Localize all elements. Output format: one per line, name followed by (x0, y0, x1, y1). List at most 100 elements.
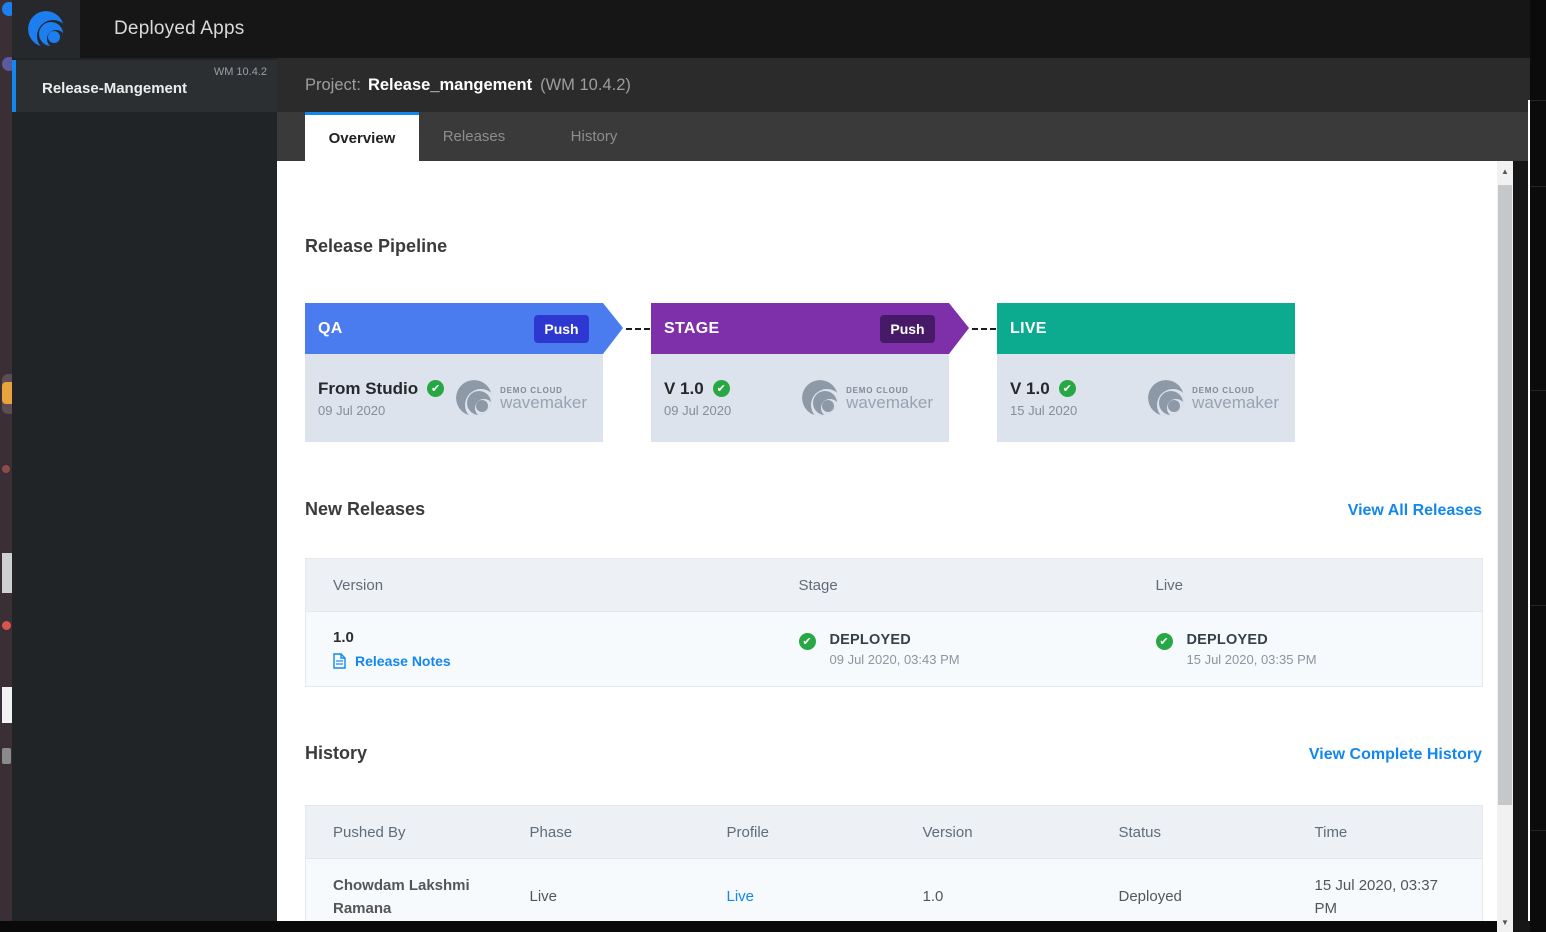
sidebar: Release-Mangement WM 10.4.2 (12, 58, 277, 932)
tab-bar: Overview Releases History (277, 112, 1530, 161)
column-phase: Phase (503, 806, 700, 859)
scrollbar-thumb[interactable] (1498, 185, 1512, 805)
wavemaker-label: wavemaker (1192, 395, 1279, 411)
stage-header: STAGE Push (651, 303, 949, 354)
stage-deploy-time: 09 Jul 2020, 03:43 PM (830, 652, 960, 667)
page-title: Deployed Apps (114, 18, 244, 40)
scrollbar-up-arrow-icon[interactable]: ▲ (1497, 163, 1513, 179)
new-releases-title: New Releases (305, 498, 425, 520)
history-table: Pushed By Phase Profile Version Status T… (305, 805, 1483, 921)
pipeline-connector (949, 303, 997, 442)
live-deploy-status: DEPLOYED (1187, 632, 1317, 648)
bottom-edge-bar (0, 921, 1497, 932)
qa-stage-name: QA (318, 320, 343, 338)
stage-stage-name: STAGE (664, 320, 719, 338)
stage-deploy-status: DEPLOYED (830, 632, 960, 648)
tab-history[interactable]: History (538, 112, 650, 161)
sidebar-app-version: WM 10.4.2 (214, 66, 267, 78)
release-pipeline: QA Push From Studio ✔ 09 Jul 2020 (305, 303, 1482, 442)
main-content: Release Pipeline QA Push From Studio ✔ 0… (277, 161, 1497, 921)
history-title: History (305, 742, 367, 764)
vertical-scrollbar[interactable]: ▲ ▼ (1497, 161, 1513, 932)
history-profile-link[interactable]: Live (727, 888, 755, 905)
release-version: 1.0 (333, 629, 772, 646)
pipeline-card-stage: STAGE Push V 1.0 ✔ 09 Jul 2020 (651, 303, 949, 442)
live-version-label: V 1.0 (1010, 379, 1050, 399)
dashed-connector-line (972, 328, 996, 330)
new-releases-header: New Releases View All Releases (305, 498, 1482, 520)
dock-icon-gray-window[interactable] (2, 553, 12, 593)
column-pushed-by: Pushed By (306, 806, 503, 859)
live-body: V 1.0 ✔ 15 Jul 2020 (997, 354, 1295, 442)
history-header: History View Complete History (305, 742, 1482, 764)
view-complete-history-link[interactable]: View Complete History (1309, 746, 1482, 764)
qa-header: QA Push (305, 303, 603, 354)
active-indicator (12, 60, 16, 112)
dock-icon-purple[interactable] (2, 57, 12, 71)
sidebar-item-release-mangement[interactable]: Release-Mangement WM 10.4.2 (12, 60, 277, 112)
wavemaker-logo-icon (26, 9, 66, 49)
column-status: Status (1092, 806, 1288, 859)
qa-push-button[interactable]: Push (534, 315, 589, 343)
column-version: Version (896, 806, 1092, 859)
history-time: 15 Jul 2020, 03:37 PM (1288, 859, 1483, 922)
history-header-row: Pushed By Phase Profile Version Status T… (306, 806, 1483, 859)
live-header: LIVE (997, 303, 1295, 354)
live-stage-name: LIVE (1010, 320, 1047, 338)
qa-body: From Studio ✔ 09 Jul 2020 (305, 354, 603, 442)
history-phase: Live (503, 859, 700, 922)
new-releases-table: Version Stage Live 1.0 (305, 558, 1483, 687)
column-profile: Profile (700, 806, 896, 859)
column-time: Time (1288, 806, 1483, 859)
dock-icon-blue[interactable] (2, 2, 12, 16)
qa-cloud-brand: DEMO CLOUD wavemaker (454, 378, 587, 418)
column-stage: Stage (772, 559, 1129, 612)
stage-body: V 1.0 ✔ 09 Jul 2020 (651, 354, 949, 442)
qa-version-label: From Studio (318, 379, 418, 399)
pipeline-card-qa: QA Push From Studio ✔ 09 Jul 2020 (305, 303, 603, 442)
wavemaker-label: wavemaker (500, 395, 587, 411)
column-live: Live (1129, 559, 1483, 612)
app-window: Deployed Apps Release-Mangement WM 10.4.… (0, 0, 1546, 932)
sidebar-app-name: Release-Mangement (42, 80, 187, 97)
new-releases-header-row: Version Stage Live (306, 559, 1483, 612)
wavemaker-gray-logo-icon (454, 378, 494, 418)
dock-icon-gray[interactable] (2, 748, 11, 764)
dashed-connector-line (626, 328, 650, 330)
stage-date: 09 Jul 2020 (664, 403, 731, 418)
stage-deployed-check-icon: ✔ (799, 633, 816, 650)
table-row: Chowdam Lakshmi Ramana Live Live 1.0 Dep… (306, 859, 1483, 922)
project-version: (WM 10.4.2) (540, 76, 631, 95)
stage-push-button[interactable]: Push (880, 315, 935, 343)
live-deployed-check-icon: ✔ (1156, 633, 1173, 650)
tab-releases[interactable]: Releases (418, 112, 530, 161)
view-all-releases-link[interactable]: View All Releases (1348, 502, 1482, 520)
live-date: 15 Jul 2020 (1010, 403, 1077, 418)
qa-date: 09 Jul 2020 (318, 403, 444, 418)
project-name: Release_mangement (368, 76, 532, 95)
top-bar: Deployed Apps (12, 0, 1546, 58)
pipeline-card-live: LIVE V 1.0 ✔ 15 Jul 2020 (997, 303, 1295, 442)
live-deployed-check-icon: ✔ (1059, 380, 1076, 397)
column-version: Version (306, 559, 772, 612)
dock-icon-red-dim[interactable] (2, 465, 10, 473)
history-pushed-by: Chowdam Lakshmi Ramana (306, 859, 503, 922)
release-notes-icon (333, 653, 346, 669)
os-dock-strip (0, 0, 12, 932)
scrollbar-down-arrow-icon[interactable]: ▼ (1497, 914, 1513, 930)
dock-icon-white-window[interactable] (2, 687, 12, 723)
live-deploy-time: 15 Jul 2020, 03:35 PM (1187, 652, 1317, 667)
dock-icon-orange[interactable] (2, 382, 12, 404)
release-pipeline-title: Release Pipeline (305, 235, 1482, 257)
dock-icon-red[interactable] (2, 621, 11, 630)
history-version: 1.0 (896, 859, 1092, 922)
tab-overview[interactable]: Overview (305, 112, 419, 161)
wavemaker-logo-tile[interactable] (12, 0, 80, 58)
wavemaker-label: wavemaker (846, 395, 933, 411)
pipeline-connector (603, 303, 651, 442)
table-row: 1.0 Release Notes (306, 612, 1483, 687)
right-edge-strip (1530, 0, 1546, 932)
qa-deployed-check-icon: ✔ (427, 380, 444, 397)
release-notes-link[interactable]: Release Notes (355, 653, 451, 669)
wavemaker-gray-logo-icon (800, 378, 840, 418)
